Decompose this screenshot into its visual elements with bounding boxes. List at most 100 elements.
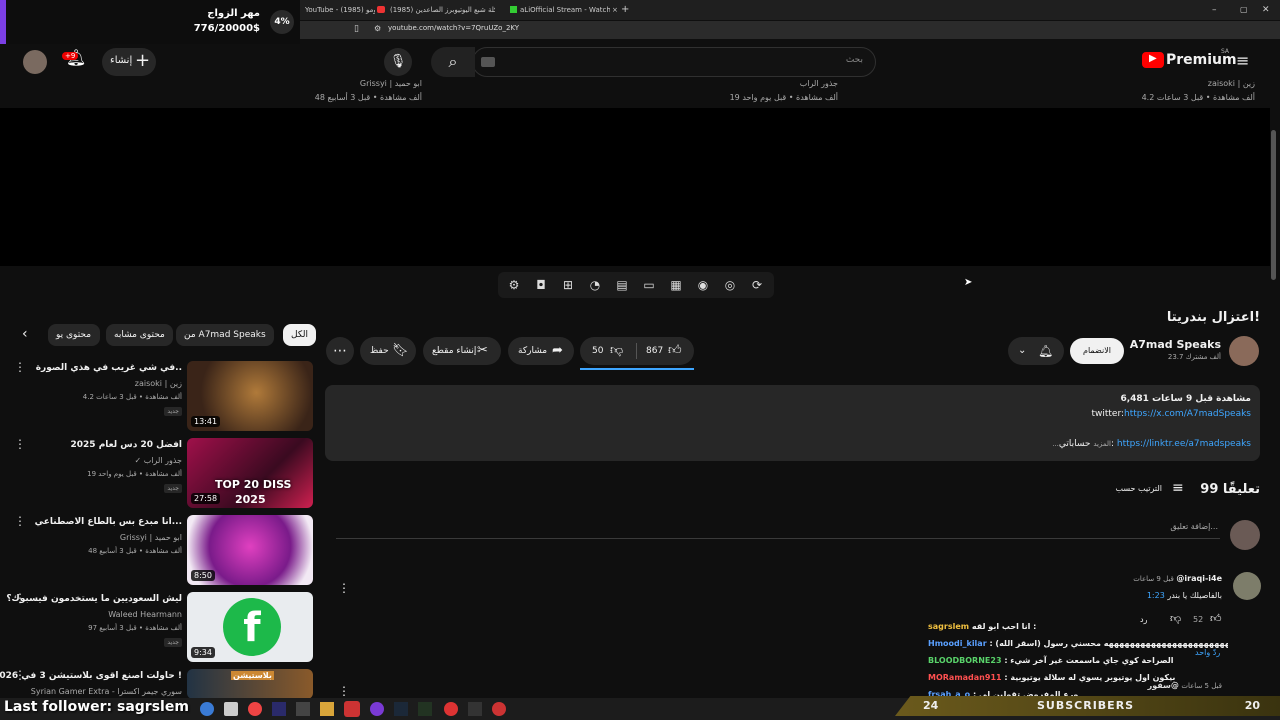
video-channel[interactable]: Syrian Gamer Extra - سوري جيمر اكسترا — [31, 687, 182, 696]
twitter-link[interactable]: https://x.com/A7madSpeaks — [1124, 409, 1251, 419]
minimize-icon[interactable]: – — [1212, 3, 1217, 17]
goal-amount: 776/20000$ — [193, 23, 260, 34]
sort-icon[interactable]: ≡ — [1172, 480, 1184, 496]
sidebar-video[interactable]: ⋮ 8:50 انا مبدع بس بالطاع الاصطناعي... G… — [0, 515, 318, 587]
microphone-icon[interactable]: 🎙︎ — [384, 48, 412, 76]
browser-tab-active[interactable]: aLiOfficial Stream - Watch Live o — [520, 3, 610, 17]
brave-icon[interactable] — [344, 701, 360, 717]
comment-avatar[interactable] — [1233, 572, 1261, 600]
save-button[interactable]: حفظ 🔖︎ — [360, 337, 416, 365]
comment-author[interactable]: @iraqi-i4e — [1176, 574, 1222, 583]
add-icon[interactable]: ⊞ — [560, 277, 576, 293]
video-thumbnail[interactable]: 8:50 — [187, 515, 313, 585]
close-window-icon[interactable]: ✕ — [1262, 3, 1270, 17]
video-channel[interactable]: zaisoki | زين — [135, 379, 182, 388]
join-button[interactable]: الانضمام — [1070, 338, 1124, 364]
video-channel[interactable]: ✓ جذور الراب — [135, 456, 183, 465]
video-title[interactable]: ليش السعوديين ما يستخدمون فيسبوك؟ — [6, 594, 182, 604]
chip-from-channel[interactable]: من A7mad Speaks — [176, 324, 274, 346]
youtube-logo-icon[interactable]: ▶ — [1142, 52, 1164, 68]
video-title[interactable]: حاولت اصنع اقوى بلاستيشن 3 في 2026 ! — [0, 671, 182, 681]
dislike-icon[interactable]: 👎︎ — [610, 337, 623, 365]
taskbar-app-icon[interactable] — [200, 702, 214, 716]
video-menu-icon[interactable]: ⋮ — [14, 438, 26, 450]
sidebar-video[interactable]: ⋮ 13:41 في شي غريب في هذي الصورة.. zaiso… — [0, 361, 318, 433]
bookmark-icon[interactable]: ▯ — [354, 24, 359, 34]
video-thumbnail[interactable]: TOP 20 DISS 2025 27:58 — [187, 438, 313, 508]
taskbar-app-icon[interactable] — [492, 702, 506, 716]
taskbar-app-icon[interactable] — [224, 702, 238, 716]
sort-button[interactable]: الترتيب حسب — [1116, 484, 1162, 493]
video-thumbnail[interactable]: 13:41 — [187, 361, 313, 431]
thumbnail-year: 2025 — [235, 493, 266, 506]
avatar[interactable] — [23, 50, 47, 74]
video-menu-icon[interactable]: ⋮ — [14, 515, 26, 527]
comment-menu-icon[interactable]: ⋮ — [338, 581, 350, 595]
browser-tab[interactable]: (1985) مشكلة شبع اليوتيوبرز الصاعدين — [390, 3, 495, 17]
scrollbar[interactable] — [1271, 130, 1276, 280]
video-title[interactable]: انا مبدع بس بالطاع الاصطناعي... — [35, 517, 182, 527]
video-channel[interactable]: Grissyi | ابو حميد — [120, 533, 182, 542]
sidebar-video[interactable]: ⋮ TOP 20 DISS 2025 27:58 افضل 20 دس لعام… — [0, 438, 318, 510]
description-box[interactable]: 6,481 مشاهدة قبل 9 ساعات twitter:https:/… — [325, 385, 1260, 461]
share-icon: ➦ — [552, 343, 563, 358]
search-icon[interactable]: ⌕ — [431, 47, 475, 77]
more-actions-icon[interactable]: ⋯ — [326, 337, 354, 365]
video-title[interactable]: في شي غريب في هذي الصورة.. — [36, 363, 182, 373]
settings-gear-icon[interactable]: ⚙ — [506, 277, 522, 293]
search-bar[interactable]: ⌕ بحث — [431, 47, 876, 77]
share-button[interactable]: مشاركة ➦ — [508, 337, 574, 365]
new-tab-icon[interactable]: + — [621, 3, 629, 17]
video-channel[interactable]: Waleed Hearmann — [108, 610, 182, 619]
taskbar-app-icon[interactable] — [418, 702, 432, 716]
obs-icon[interactable] — [444, 702, 458, 716]
chip-all[interactable]: الكل — [283, 324, 317, 346]
taskbar-app-icon[interactable] — [296, 702, 310, 716]
taskbar-app-icon[interactable] — [468, 702, 482, 716]
site-info-icon[interactable]: ⚙ — [374, 24, 381, 33]
add-comment-input[interactable]: إضافة تعليق... — [1170, 522, 1218, 531]
like-icon[interactable]: 👍︎ — [668, 337, 682, 365]
chat-message: sagrslem انا احب ابو لقه : — [928, 618, 1228, 635]
discord-icon[interactable] — [370, 702, 384, 716]
steam-icon[interactable] — [394, 702, 408, 716]
video-menu-icon[interactable]: ⋮ — [14, 361, 26, 373]
linktree-link[interactable]: https://linktr.ee/a7madspeaks — [1117, 439, 1251, 449]
sidebar-video[interactable]: ⋮ f 9:34 ليش السعوديين ما يستخدمون فيسبو… — [0, 592, 318, 664]
premiere-icon[interactable] — [272, 702, 286, 716]
create-button[interactable]: إنشاء + — [102, 48, 156, 76]
video-title[interactable]: افضل 20 دس لعام 2025 — [71, 440, 182, 450]
video-thumbnail[interactable]: بلاستيشن — [187, 669, 313, 699]
speed-gauge-icon[interactable]: ◔ — [587, 277, 603, 293]
screenshot-camera-icon[interactable]: ◘ — [533, 277, 549, 293]
theater-icon[interactable]: ▭ — [641, 277, 657, 293]
maximize-icon[interactable]: ▢ — [1240, 3, 1248, 17]
chip-more[interactable]: محتوى يو — [48, 324, 100, 346]
comment-menu-icon[interactable]: ⋮ — [338, 684, 350, 698]
captions-icon[interactable]: ▤ — [614, 277, 630, 293]
video-duration: 13:41 — [191, 416, 221, 427]
comment-text-line: بالفاصيلك يا بندر 1:23 — [1147, 591, 1222, 600]
chrome-icon[interactable] — [248, 702, 262, 716]
chip-related[interactable]: محتوى مشابه — [106, 324, 173, 346]
clip-button[interactable]: إنشاء مقطع ✂ — [423, 337, 501, 365]
browser-tab[interactable]: YouTube - برومو (1985) — [305, 3, 375, 17]
folder-icon[interactable] — [320, 702, 334, 716]
search-input[interactable]: بحث — [846, 55, 863, 65]
keyboard-icon[interactable] — [481, 57, 495, 67]
video-thumbnail[interactable]: f 9:34 — [187, 592, 313, 662]
clapper-icon[interactable]: ▦ — [668, 277, 684, 293]
menu-icon[interactable]: ≡ — [1236, 51, 1249, 70]
channel-avatar[interactable] — [1229, 336, 1259, 366]
chevron-left-icon[interactable]: ‹ — [22, 326, 28, 342]
broadcast-icon[interactable]: ◎ — [722, 277, 738, 293]
url-text[interactable]: youtube.com/watch?v=7QruUZo_2KY — [388, 24, 519, 32]
subscribed-button[interactable]: 🔔︎ ⌄ — [1008, 337, 1064, 365]
close-tab-icon[interactable]: × — [612, 3, 620, 17]
channel-name[interactable]: A7mad Speaks — [1130, 338, 1221, 351]
comment-timestamp-link[interactable]: 1:23 — [1147, 591, 1165, 600]
sidebar-video[interactable]: ⋮ بلاستيشن حاولت اصنع اقوى بلاستيشن 3 في… — [0, 669, 318, 699]
loop-icon[interactable]: ⟳ — [749, 277, 765, 293]
video-player[interactable] — [0, 108, 1270, 266]
eye-icon[interactable]: ◉ — [695, 277, 711, 293]
